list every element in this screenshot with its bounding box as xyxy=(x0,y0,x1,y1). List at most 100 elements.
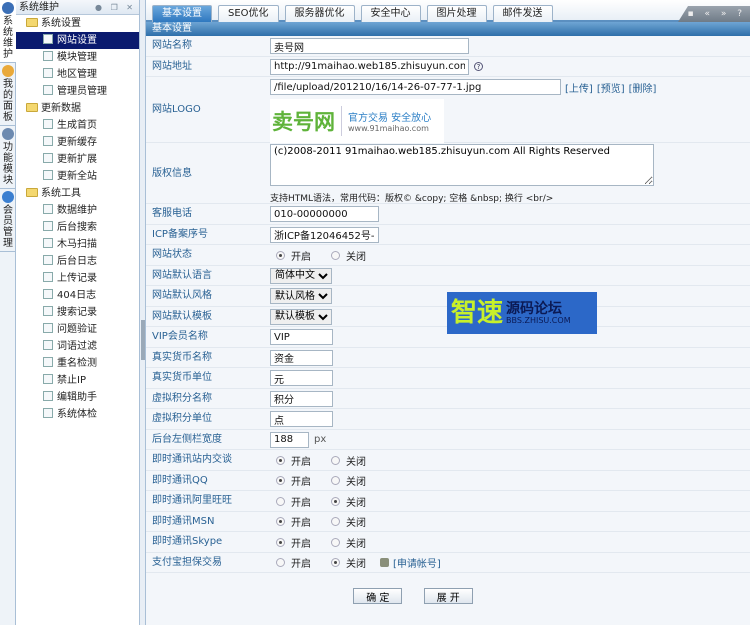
status-off-radio[interactable] xyxy=(331,250,340,260)
tab-1[interactable]: SEO优化 xyxy=(218,5,279,22)
tree-item[interactable]: 搜索记录 xyxy=(16,304,139,321)
tree-item[interactable]: 编辑助手 xyxy=(16,389,139,406)
off-radio[interactable] xyxy=(331,517,340,526)
on-radio[interactable] xyxy=(276,537,285,547)
page-icon xyxy=(43,204,53,214)
upload-link[interactable]: [上传] xyxy=(565,80,593,95)
tree-item[interactable]: 后台日志 xyxy=(16,253,139,270)
site-name-input[interactable] xyxy=(270,38,469,54)
on-radio[interactable] xyxy=(276,496,285,506)
vtab-0[interactable]: 系统维护 xyxy=(0,0,16,63)
icp-input[interactable] xyxy=(270,226,379,243)
tree-item[interactable]: 禁止IP xyxy=(16,372,139,389)
tab-3[interactable]: 安全中心 xyxy=(360,5,421,22)
sidebar-controls[interactable]: ● ❐ ✕ xyxy=(95,0,136,15)
credit-unit-input[interactable] xyxy=(270,411,333,427)
tree-item[interactable]: 木马扫描 xyxy=(16,236,139,253)
expand-button[interactable]: 展 开 xyxy=(423,588,473,604)
tab-4[interactable]: 图片处理 xyxy=(426,5,487,22)
confirm-button[interactable]: 确 定 xyxy=(353,588,403,604)
row-sidebar-width: 后台左侧栏宽度 px xyxy=(146,430,750,450)
row-money-unit: 真实货币单位 xyxy=(146,368,750,389)
vip-name-input[interactable] xyxy=(270,329,333,345)
label: 版权信息 xyxy=(152,168,192,179)
item-label: 后台日志 xyxy=(57,256,97,267)
sidebar-width-input[interactable] xyxy=(270,431,309,448)
tree-item[interactable]: 管理员管理 xyxy=(16,83,139,100)
status-on-radio[interactable] xyxy=(276,250,285,260)
money-unit-input[interactable] xyxy=(270,370,333,386)
label: 网站名称 xyxy=(152,40,192,51)
row-radio: 即时通讯Skype 开启 关闭 xyxy=(146,532,750,553)
tab-tools[interactable]: ▪ « » ? xyxy=(678,6,750,22)
tree-item[interactable]: 更新缓存 xyxy=(16,134,139,151)
help-icon[interactable]: ? xyxy=(474,62,483,71)
site-url-input[interactable] xyxy=(270,58,469,75)
tree-group[interactable]: 更新数据 xyxy=(16,100,139,117)
tree-item[interactable]: 问题验证 xyxy=(16,321,139,338)
tree-item[interactable]: 更新扩展 xyxy=(16,151,139,168)
language-select[interactable]: 简体中文 xyxy=(270,267,332,284)
vtab-2[interactable]: 功能模块 xyxy=(0,126,16,189)
money-name-input[interactable] xyxy=(270,349,333,366)
credit-name-input[interactable] xyxy=(270,390,333,407)
tree-item[interactable]: 系统体检 xyxy=(16,406,139,423)
item-label: 模块管理 xyxy=(57,52,97,63)
tree-item[interactable]: 上传记录 xyxy=(16,270,139,287)
tree-item[interactable]: 重名检测 xyxy=(16,355,139,372)
sidebar: 系统维护 ● ❐ ✕ 系统设置 网站设置 模块管理 地区管理 管理员管理 更新数据 生成首页… xyxy=(16,0,140,625)
group-label: 系统工具 xyxy=(41,188,81,199)
on-radio[interactable] xyxy=(276,558,285,567)
off-radio[interactable] xyxy=(331,455,340,465)
preview-link[interactable]: [预览] xyxy=(597,80,625,95)
row-icp: ICP备案序号 xyxy=(146,225,750,245)
style-select[interactable]: 默认风格 xyxy=(270,288,332,304)
delete-link[interactable]: [删除] xyxy=(629,80,657,95)
tree-item[interactable]: 地区管理 xyxy=(16,66,139,83)
tree-item[interactable]: 词语过滤 xyxy=(16,338,139,355)
watermark-logo: 智速 源码论坛 BBS.ZHISU.COM xyxy=(447,292,597,334)
on-radio[interactable] xyxy=(276,455,285,465)
copyright-textarea[interactable]: (c)2008-2011 91maihao.web185.zhisuyun.co… xyxy=(270,144,654,186)
splitter-grip[interactable] xyxy=(141,320,145,360)
on-radio[interactable] xyxy=(276,517,285,526)
vtab-3[interactable]: 会员管理 xyxy=(0,189,16,252)
off-radio[interactable] xyxy=(331,537,340,547)
on-radio[interactable] xyxy=(276,476,285,485)
item-label: 管理员管理 xyxy=(57,86,107,97)
radio-label: 关闭 xyxy=(346,518,366,529)
tab-5[interactable]: 邮件发送 xyxy=(492,5,553,22)
logo-path-input[interactable] xyxy=(270,79,561,95)
tree-group[interactable]: 系统设置 xyxy=(16,15,139,32)
tree-item[interactable]: 更新全站 xyxy=(16,168,139,185)
watermark-name: 源码论坛 xyxy=(506,300,563,317)
page-icon xyxy=(43,170,53,180)
row-radio: 即时通讯MSN 开启 关闭 xyxy=(146,512,750,532)
tree-item[interactable]: 后台搜索 xyxy=(16,219,139,236)
vtab-1[interactable]: 我的面板 xyxy=(0,63,16,126)
label: ICP备案序号 xyxy=(152,228,208,240)
tree-item[interactable]: 生成首页 xyxy=(16,117,139,134)
tree-item[interactable]: 模块管理 xyxy=(16,49,139,66)
label: 虚拟积分单位 xyxy=(152,413,212,424)
off-radio[interactable] xyxy=(331,558,340,567)
off-radio[interactable] xyxy=(331,476,340,485)
tree-item[interactable]: 数据维护 xyxy=(16,202,139,219)
home-icon xyxy=(2,65,14,77)
tab-2[interactable]: 服务器优化 xyxy=(284,5,355,22)
page-icon xyxy=(43,119,53,129)
apply-account-link[interactable]: [申请帐号] xyxy=(393,555,441,570)
template-select[interactable]: 默认模板 xyxy=(270,308,332,325)
page-icon xyxy=(43,238,53,248)
tab-bar: 基本设置 SEO优化 服务器优化 安全中心 图片处理 邮件发送 ▪ « » ? xyxy=(146,0,750,22)
tree-item[interactable]: 404日志 xyxy=(16,287,139,304)
label: 即时通讯MSN xyxy=(152,515,215,527)
page-icon xyxy=(43,221,53,231)
tab-0[interactable]: 基本设置 xyxy=(152,5,212,22)
page-icon xyxy=(43,323,53,333)
tree-group[interactable]: 系统工具 xyxy=(16,185,139,202)
off-radio[interactable] xyxy=(331,496,340,506)
phone-input[interactable] xyxy=(270,206,379,222)
radio-label: 关闭 xyxy=(346,477,366,488)
tree-item[interactable]: 网站设置 xyxy=(16,32,139,49)
